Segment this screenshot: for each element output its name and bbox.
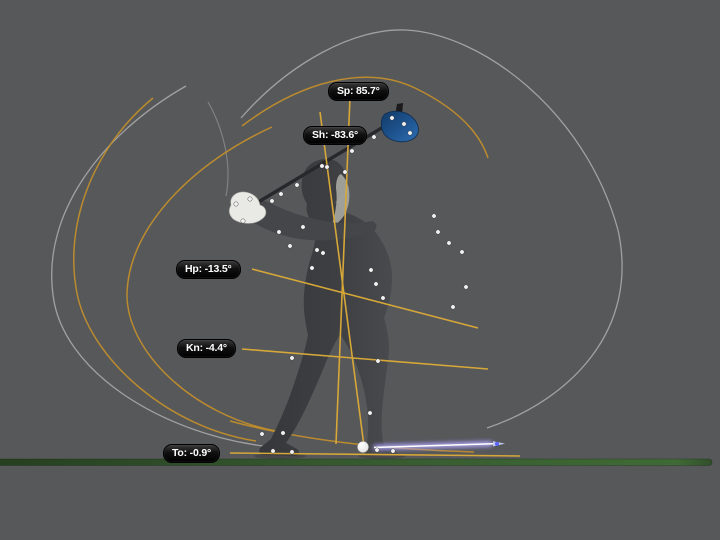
turf-ground-strip [0,459,712,466]
driver-clubhead [381,111,418,142]
glow-line-tip-flare [495,442,499,446]
angle-label-shaft[interactable]: Sh: -83.6° [303,126,367,145]
angle-label-hip[interactable]: Hp: -13.5° [176,260,241,279]
swing-3d-scene [0,0,720,540]
target-direction-glow [374,441,505,447]
swing-analysis-viewport[interactable]: Sp: 85.7° Sh: -83.6° Hp: -13.5° Kn: -4.4… [0,0,720,540]
golfer-figure [229,103,418,457]
angle-label-knee[interactable]: Kn: -4.4° [177,339,236,358]
angle-label-spine[interactable]: Sp: 85.7° [328,82,389,101]
angle-label-toe-line[interactable]: To: -0.9° [163,444,220,463]
golf-ball [357,441,368,452]
golfer-gloves [229,192,266,224]
club-path-arc-small-gray [208,102,228,196]
golfer-body [259,159,397,457]
